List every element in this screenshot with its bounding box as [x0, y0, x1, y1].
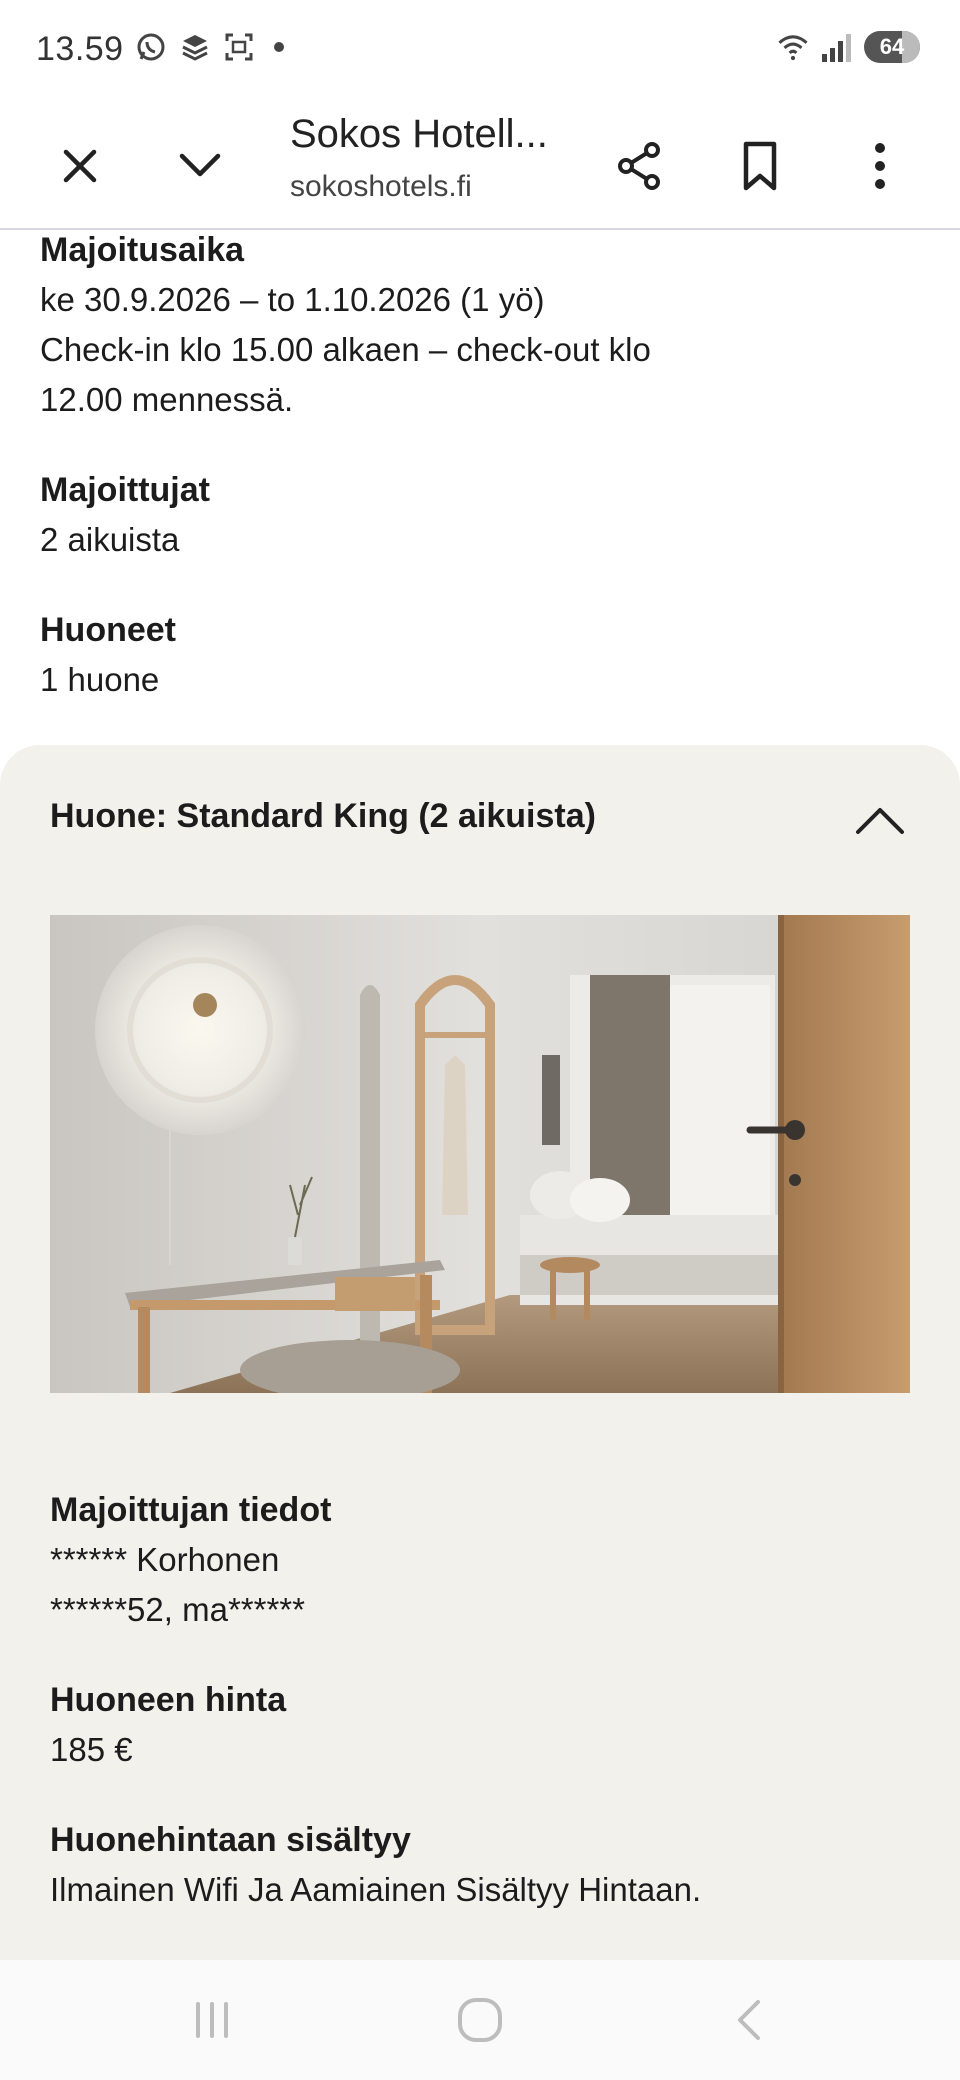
- checkin-info-line2: 12.00 mennessä.: [40, 381, 294, 418]
- includes-section: Huonehintaan sisältyy Ilmainen Wifi Ja A…: [50, 1815, 701, 1915]
- status-bar: 13.59 64: [0, 0, 960, 100]
- rooms-section: Huoneet 1 huone: [40, 605, 176, 705]
- chevron-down-icon: [179, 153, 221, 177]
- recent-apps-button[interactable]: [182, 1990, 242, 2050]
- home-icon: [458, 1998, 502, 2042]
- wifi-icon: [776, 30, 810, 64]
- hotel-room-image: [50, 915, 910, 1393]
- battery-indicator: 64: [864, 31, 920, 63]
- back-button[interactable]: [720, 1990, 780, 2050]
- close-button[interactable]: [40, 126, 120, 206]
- checkin-info-line1: Check-in klo 15.00 alkaen – check-out kl…: [40, 331, 651, 368]
- room-heading[interactable]: Huone: Standard King (2 aikuista): [50, 797, 596, 836]
- more-options-button[interactable]: [840, 126, 920, 206]
- guests-value: 2 aikuista: [40, 521, 180, 558]
- collapse-room-button[interactable]: [850, 800, 910, 840]
- recent-apps-icon: [196, 2002, 228, 2038]
- guest-info-section: Majoittujan tiedot ****** Korhonen *****…: [50, 1485, 331, 1635]
- guest-info-label: Majoittujan tiedot: [50, 1491, 332, 1529]
- page-url: sokoshotels.fi: [290, 170, 472, 203]
- more-vertical-icon: [875, 143, 885, 189]
- includes-value: Ilmainen Wifi Ja Aamiainen Sisältyy Hint…: [50, 1871, 702, 1908]
- guests-label: Majoittujat: [40, 471, 210, 509]
- guests-section: Majoittujat 2 aikuista: [40, 465, 210, 565]
- stay-section: Majoitusaika ke 30.9.2026 – to 1.10.2026…: [40, 225, 651, 425]
- bookmark-icon: [743, 141, 777, 191]
- status-notification-icons: [134, 30, 284, 64]
- minimize-button[interactable]: [160, 126, 240, 206]
- status-system-icons: 64: [776, 30, 920, 64]
- stay-label: Majoitusaika: [40, 231, 245, 269]
- guest-address: ******52, ma******: [50, 1591, 305, 1628]
- whatsapp-icon: [134, 30, 168, 64]
- more-notifications-dot: [274, 42, 284, 52]
- guest-name: ****** Korhonen: [50, 1541, 280, 1578]
- price-label: Huoneen hinta: [50, 1681, 287, 1719]
- home-button[interactable]: [450, 1990, 510, 2050]
- share-button[interactable]: [600, 126, 680, 206]
- status-time: 13.59: [36, 30, 124, 68]
- custom-tab-toolbar: Sokos Hotell... sokoshotels.fi: [0, 100, 960, 230]
- bookmark-button[interactable]: [720, 126, 800, 206]
- room-card: Huone: Standard King (2 aikuista) Majoit…: [0, 745, 960, 1960]
- signal-icon: [820, 30, 854, 64]
- close-icon: [63, 149, 97, 183]
- stack-app-icon: [178, 30, 212, 64]
- page-title: Sokos Hotell...: [290, 112, 548, 156]
- screenshot-icon: [222, 30, 256, 64]
- chevron-up-icon: [856, 808, 904, 834]
- price-value: 185 €: [50, 1731, 133, 1768]
- share-icon: [618, 142, 660, 190]
- includes-label: Huonehintaan sisältyy: [50, 1821, 411, 1859]
- system-navigation-bar: [0, 1960, 960, 2080]
- stay-dates: ke 30.9.2026 – to 1.10.2026 (1 yö): [40, 281, 545, 318]
- price-section: Huoneen hinta 185 €: [50, 1675, 286, 1775]
- back-icon: [738, 2000, 760, 2040]
- room-photo: [50, 915, 910, 1393]
- rooms-value: 1 huone: [40, 661, 160, 698]
- rooms-label: Huoneet: [40, 611, 176, 649]
